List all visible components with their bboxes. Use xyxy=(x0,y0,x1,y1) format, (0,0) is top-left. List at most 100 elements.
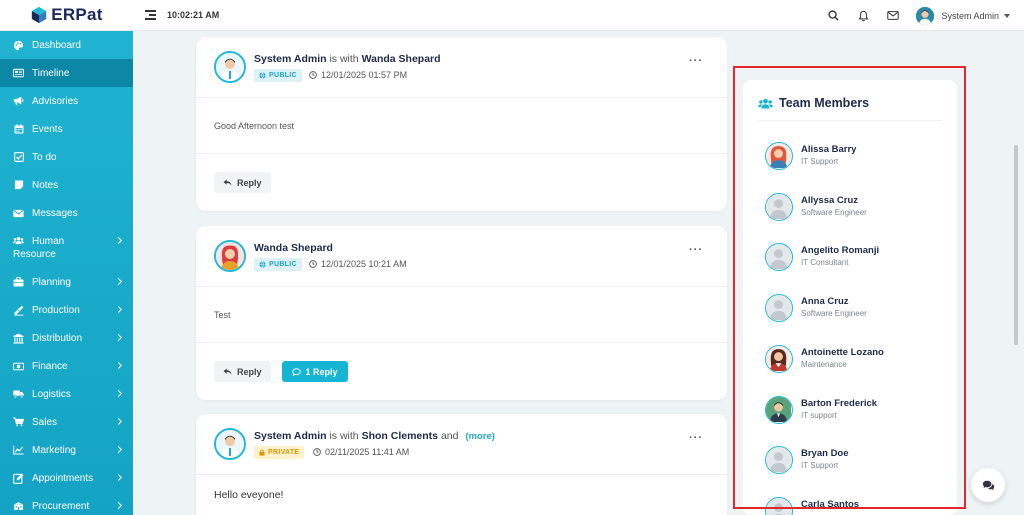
sidebar-item-distribution[interactable]: Distribution xyxy=(0,324,133,352)
sidebar-item-timeline[interactable]: Timeline xyxy=(0,59,133,87)
chevron-right-icon xyxy=(114,501,123,510)
reply-icon xyxy=(223,179,232,186)
sidebar-item-label: Timeline xyxy=(32,67,70,79)
sidebar-item-to-do[interactable]: To do xyxy=(0,143,133,171)
sidebar-item-label: Human Resource xyxy=(13,236,65,260)
calendar-icon xyxy=(13,124,24,135)
post-card: Wanda Shepard PUBLIC 12/01/2025 10:21 AM… xyxy=(196,226,727,400)
tagged-user[interactable]: Shon Clements xyxy=(362,430,438,442)
post-card: System Admin is with Wanda Shepard PUBLI… xyxy=(196,37,727,211)
sidebar-item-sales[interactable]: Sales xyxy=(0,408,133,436)
lock-icon xyxy=(259,449,265,456)
more-options-icon[interactable]: ··· xyxy=(689,244,703,256)
sidebar-item-finance[interactable]: Finance xyxy=(0,352,133,380)
flask-icon xyxy=(13,305,24,316)
logo-cube-icon xyxy=(32,6,47,24)
visibility-label: PUBLIC xyxy=(269,261,297,268)
truck-icon xyxy=(13,389,24,400)
more-tagged-link[interactable]: (more) xyxy=(465,431,495,442)
and-text: and xyxy=(440,430,459,442)
user-avatar[interactable] xyxy=(916,6,935,25)
sidebar-item-advisories[interactable]: Advisories xyxy=(0,87,133,115)
bank-icon xyxy=(13,332,24,344)
chevron-right-icon xyxy=(114,417,123,426)
post-byline: Wanda Shepard xyxy=(254,242,333,254)
view-replies-button[interactable]: 1 Reply xyxy=(281,361,348,382)
menu-toggle-icon[interactable] xyxy=(145,10,156,20)
post-header: Wanda Shepard PUBLIC 12/01/2025 10:21 AM… xyxy=(196,226,727,287)
visibility-badge: PRIVATE xyxy=(254,446,305,459)
sidebar-item-marketing[interactable]: Marketing xyxy=(0,436,133,464)
sidebar-item-label: Advisories xyxy=(32,95,79,107)
clock-icon xyxy=(313,448,321,456)
sidebar-item-dashboard[interactable]: Dashboard xyxy=(0,31,133,59)
more-options-icon[interactable]: ··· xyxy=(689,432,703,444)
visibility-label: PRIVATE xyxy=(268,449,300,456)
chevron-right-icon xyxy=(114,277,123,286)
chevron-right-icon xyxy=(114,473,123,482)
sidebar-item-production[interactable]: Production xyxy=(0,296,133,324)
logo[interactable]: ERPat xyxy=(0,0,133,31)
sidebar-item-events[interactable]: Events xyxy=(0,115,133,143)
sidebar-item-messages[interactable]: Messages xyxy=(0,199,133,227)
clock: 10:02:21 AM xyxy=(167,10,220,20)
post-text: Hello eveyone! xyxy=(214,489,284,501)
author-avatar[interactable] xyxy=(214,51,246,83)
sidebar-item-label: Procurement xyxy=(32,500,90,512)
comment-icon xyxy=(291,367,301,376)
edit-icon xyxy=(13,472,24,484)
user-name[interactable]: System Admin xyxy=(941,11,999,21)
sidebar-item-human-resource[interactable]: Human Resource xyxy=(0,227,133,268)
mail-icon[interactable] xyxy=(878,0,908,31)
post-body: Hello eveyone! xyxy=(196,475,727,515)
post-body: Test xyxy=(196,287,727,343)
tagged-user[interactable]: Wanda Shepard xyxy=(362,53,441,65)
post-header: System Admin is with Shon Clements and (… xyxy=(196,414,727,475)
post-time: 12/01/2025 01:57 PM xyxy=(309,70,407,80)
chevron-down-icon[interactable] xyxy=(1004,13,1010,18)
reply-label: Reply xyxy=(237,366,262,377)
sidebar-item-label: Marketing xyxy=(32,444,76,456)
bell-icon[interactable] xyxy=(848,0,878,31)
post-time-text: 02/11/2025 11:41 AM xyxy=(325,447,410,457)
sidebar-item-planning[interactable]: Planning xyxy=(0,268,133,296)
more-options-icon[interactable]: ··· xyxy=(689,55,703,67)
briefcase-icon xyxy=(13,277,24,288)
author-avatar[interactable] xyxy=(214,428,246,460)
with-text: is with xyxy=(329,53,359,65)
chevron-right-icon xyxy=(114,333,123,342)
sidebar-item-label: Finance xyxy=(32,360,68,372)
reply-button[interactable]: Reply xyxy=(214,172,271,193)
author-name[interactable]: Wanda Shepard xyxy=(254,242,333,254)
logo-text: ERPat xyxy=(51,5,103,24)
chevron-right-icon xyxy=(114,305,123,314)
sidebar-item-label: Messages xyxy=(32,207,78,219)
chevron-right-icon xyxy=(114,445,123,454)
search-icon[interactable] xyxy=(818,0,848,31)
sidebar-item-label: Production xyxy=(32,304,80,316)
clock-icon xyxy=(309,71,317,79)
reply-button[interactable]: Reply xyxy=(214,361,271,382)
checkbox-icon xyxy=(13,152,24,163)
reply-label: Reply xyxy=(237,177,262,188)
post-byline: System Admin is with Wanda Shepard xyxy=(254,53,441,65)
sidebar-item-logistics[interactable]: Logistics xyxy=(0,380,133,408)
chat-icon xyxy=(982,480,994,490)
author-avatar[interactable] xyxy=(214,240,246,272)
reply-icon xyxy=(223,368,232,375)
scrollbar[interactable] xyxy=(1014,145,1018,345)
chat-button[interactable] xyxy=(971,468,1005,502)
chevron-right-icon xyxy=(114,389,123,398)
line-chart-icon xyxy=(13,445,24,456)
post-time: 12/01/2025 10:21 AM xyxy=(309,259,407,269)
sidebar-item-notes[interactable]: Notes xyxy=(0,171,133,199)
palette-icon xyxy=(13,40,24,51)
author-name[interactable]: System Admin xyxy=(254,430,327,442)
sidebar-item-procurement[interactable]: Procurement xyxy=(0,492,133,515)
author-name[interactable]: System Admin xyxy=(254,53,327,65)
building-icon xyxy=(13,501,24,512)
sidebar-item-label: To do xyxy=(32,151,57,163)
sidebar-item-appointments[interactable]: Appointments xyxy=(0,464,133,492)
visibility-badge: PUBLIC xyxy=(254,258,302,271)
sticky-note-icon xyxy=(13,180,24,191)
